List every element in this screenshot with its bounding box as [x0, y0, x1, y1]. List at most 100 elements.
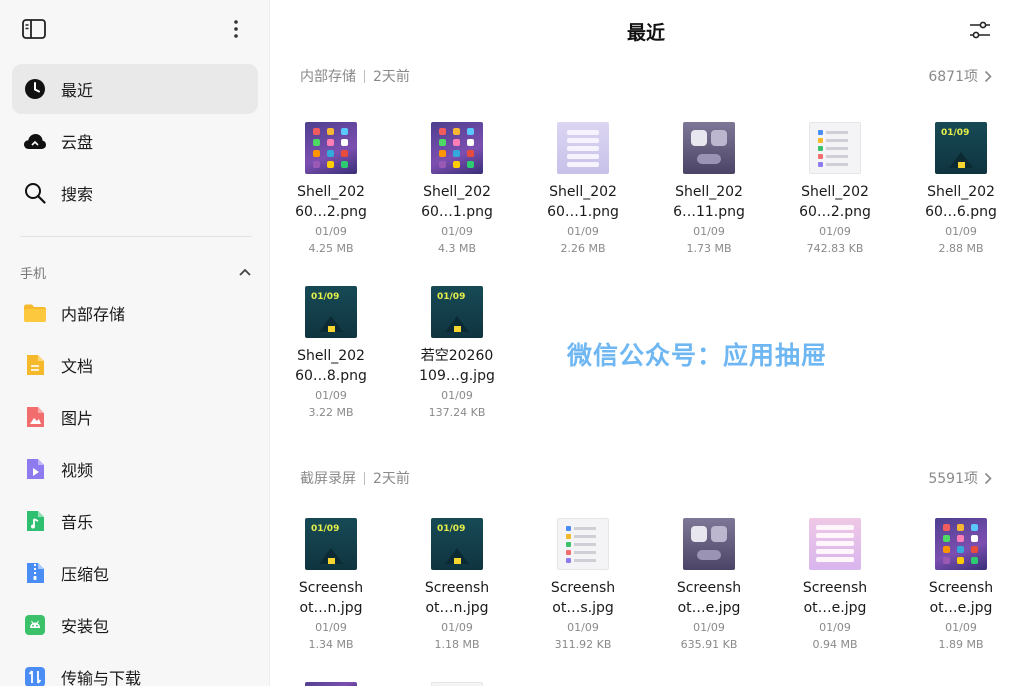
file-tile[interactable]: Shell_202 60…1.png 01/09 2.26 MB [523, 122, 643, 257]
file-thumbnail[interactable] [683, 122, 735, 174]
sidebar-divider [20, 236, 252, 237]
nav-item-search[interactable]: 搜索 [12, 168, 258, 218]
file-size: 3.22 MB [308, 406, 354, 419]
file-thumbnail[interactable] [683, 518, 735, 570]
file-tile[interactable]: Screensh ot…e.jpg 01/09 0.94 MB [775, 518, 895, 653]
file-size: 4.25 MB [308, 242, 354, 255]
clock-icon [22, 76, 48, 102]
file-thumbnail[interactable] [305, 682, 357, 686]
section-time: 2天前 [373, 69, 410, 85]
category-label: 传输与下载 [61, 669, 142, 686]
file-size: 1.18 MB [434, 638, 480, 651]
file-thumbnail[interactable]: 01/09 [431, 518, 483, 570]
separator [364, 69, 365, 83]
file-thumbnail[interactable]: 01/09 [431, 286, 483, 338]
category-internal-storage[interactable]: 内部存储 [12, 290, 258, 336]
more-options-icon[interactable] [226, 18, 246, 40]
file-thumbnail[interactable] [557, 518, 609, 570]
category-videos[interactable]: 视频 [12, 446, 258, 492]
file-date: 01/09 [441, 225, 473, 238]
main-content: 最近 内部存储 2天前 6871项 Shell_202 60…2.png 01/09… [271, 0, 1021, 686]
file-tile[interactable]: 01/09 Screensh ot…n.jpg 01/09 1.34 MB [271, 518, 391, 653]
section-label: 手机 [20, 266, 47, 282]
nav-item-cloud[interactable]: 云盘 [12, 116, 258, 166]
file-thumbnail[interactable]: 01/09 [935, 122, 987, 174]
file-name-line1: Shell_202 [549, 184, 617, 200]
category-transfers[interactable]: 传输与下载 [12, 654, 258, 686]
file-tile[interactable]: 01/09 若空20260 109…g.jpg 01/09 137.24 KB [397, 286, 517, 421]
section-header-screenshots[interactable]: 截屏录屏 2天前 5591项 [300, 468, 992, 488]
file-name: Shell_202 60…2.png [271, 182, 391, 222]
section-count: 6871项 [928, 69, 978, 85]
section-count-link[interactable]: 5591项 [928, 468, 992, 488]
file-date: 01/09 [441, 389, 473, 402]
file-thumbnail[interactable] [431, 682, 483, 686]
section-time: 2天前 [373, 471, 410, 487]
file-tile[interactable]: 01/09 Screensh ot…n.jpg 01/09 1.18 MB [397, 518, 517, 653]
sidebar-header [0, 0, 269, 58]
category-documents[interactable]: 文档 [12, 342, 258, 388]
file-tile[interactable]: Shell_202 60…2.png 01/09 4.25 MB [271, 122, 391, 257]
nav-label: 云盘 [61, 133, 94, 152]
section-phone[interactable]: 手机 [20, 262, 252, 282]
category-label: 音乐 [61, 513, 94, 532]
file-name-line1: Shell_202 [297, 184, 365, 200]
file-name-line2: ot…e.jpg [803, 600, 867, 616]
section-header-internal[interactable]: 内部存储 2天前 6871项 [300, 66, 992, 86]
file-size: 2.88 MB [938, 242, 984, 255]
file-name: 若空20260 109…g.jpg [397, 346, 517, 386]
file-tile[interactable]: 01/09 Shell_202 60…6.png 01/09 2.88 MB [901, 122, 1021, 257]
chevron-up-icon[interactable] [238, 267, 252, 277]
file-date: 01/09 [315, 621, 347, 634]
android-icon [22, 612, 48, 638]
file-name: Shell_202 60…1.png [523, 182, 643, 222]
file-name: Shell_202 60…1.png [397, 182, 517, 222]
file-tile[interactable]: Shell_202 60…1.png 01/09 4.3 MB [397, 122, 517, 257]
sidebar-toggle-icon[interactable] [22, 19, 46, 39]
file-name-line1: Shell_202 [675, 184, 743, 200]
file-name-line1: Screensh [298, 580, 364, 596]
file-thumbnail[interactable] [557, 122, 609, 174]
file-thumbnail[interactable] [305, 122, 357, 174]
category-images[interactable]: 图片 [12, 394, 258, 440]
section-count-link[interactable]: 6871项 [928, 66, 992, 86]
file-name: Shell_202 6…11.png [649, 182, 769, 222]
file-name-line2: ot…s.jpg [552, 600, 614, 616]
category-music[interactable]: 音乐 [12, 498, 258, 544]
filter-settings-icon[interactable] [968, 18, 992, 42]
file-date: 01/09 [567, 621, 599, 634]
file-name-line1: Screensh [928, 580, 994, 596]
file-tile[interactable]: Shell_202 6…11.png 01/09 1.73 MB [649, 122, 769, 257]
file-size: 311.92 KB [554, 638, 612, 651]
file-name-line2: ot…e.jpg [929, 600, 993, 616]
file-tile[interactable]: 01/09 Shell_202 60…8.png 01/09 3.22 MB [271, 286, 391, 421]
sidebar: 最近 云盘 搜索 手机 内部存储 文档 图片 视频 音乐 压缩包 安装包 传输与… [0, 0, 270, 686]
file-name-line2: 60…2.png [799, 204, 871, 220]
nav-item-recent[interactable]: 最近 [12, 64, 258, 114]
file-name-line2: ot…n.jpg [299, 600, 363, 616]
file-tile[interactable]: Screensh ot…s.jpg 01/09 311.92 KB [523, 518, 643, 653]
file-size: 635.91 KB [680, 638, 738, 651]
separator [364, 471, 365, 485]
file-thumbnail[interactable] [809, 122, 861, 174]
cloud-icon [22, 128, 48, 154]
file-size: 2.26 MB [560, 242, 606, 255]
file-tile[interactable]: Screensh ot…e.jpg 01/09 635.91 KB [649, 518, 769, 653]
file-name-line1: Shell_202 [423, 184, 491, 200]
file-name: Screensh ot…e.jpg [901, 578, 1021, 618]
file-name-line2: ot…e.jpg [677, 600, 741, 616]
category-archives[interactable]: 压缩包 [12, 550, 258, 596]
file-size: 1.73 MB [686, 242, 732, 255]
file-tile[interactable]: Shell_202 60…2.png 01/09 742.83 KB [775, 122, 895, 257]
file-name-line2: 60…6.png [925, 204, 997, 220]
category-apks[interactable]: 安装包 [12, 602, 258, 648]
file-thumbnail[interactable]: 01/09 [305, 518, 357, 570]
file-tile[interactable]: Screensh ot…e.jpg 01/09 1.89 MB [901, 518, 1021, 653]
category-label: 安装包 [61, 617, 110, 636]
category-label: 压缩包 [61, 565, 110, 584]
file-thumbnail[interactable] [809, 518, 861, 570]
file-thumbnail[interactable] [935, 518, 987, 570]
file-name: Screensh ot…n.jpg [271, 578, 391, 618]
file-thumbnail[interactable]: 01/09 [305, 286, 357, 338]
file-thumbnail[interactable] [431, 122, 483, 174]
